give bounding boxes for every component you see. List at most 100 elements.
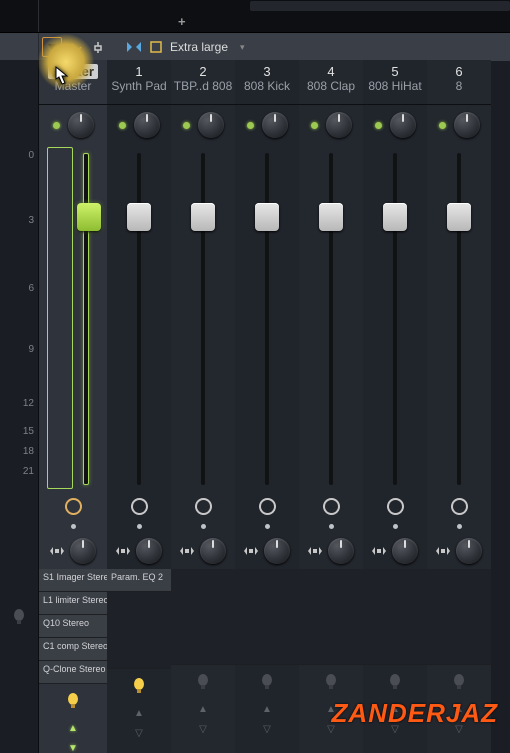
lamp-icon[interactable] (12, 608, 26, 626)
lamp-icon[interactable] (324, 673, 338, 691)
chevron-up-icon[interactable]: ▲ (134, 708, 144, 719)
dock-arrows-icon[interactable] (180, 545, 194, 557)
wave-icon[interactable] (68, 39, 84, 55)
mute-led-icon[interactable] (375, 122, 382, 129)
track-number: 5 (363, 64, 427, 79)
horizontal-scrollbar[interactable] (250, 1, 510, 11)
fx-slot[interactable]: Q10 Stereo (39, 615, 107, 638)
send-knob[interactable] (70, 538, 96, 564)
fx-slot[interactable]: C1 comp Stereo (39, 638, 107, 661)
fader-handle[interactable] (319, 203, 343, 231)
send-knob[interactable] (264, 538, 290, 564)
track-header[interactable]: 5808 HiHat (363, 60, 427, 105)
dock-arrows-icon[interactable] (50, 545, 64, 557)
mute-led-icon[interactable] (439, 122, 446, 129)
stereo-sep-dot[interactable] (201, 524, 206, 529)
track-number: 2 (171, 64, 235, 79)
view-square-icon[interactable] (148, 39, 164, 55)
fx-ring-icon[interactable] (323, 498, 340, 515)
fx-slot-empty[interactable] (363, 569, 427, 665)
chevron-up-icon[interactable]: ▲ (68, 723, 78, 734)
dock-arrows-icon[interactable] (116, 545, 130, 557)
fx-slot-empty[interactable] (299, 569, 363, 665)
track-name: 808 Kick (235, 79, 299, 93)
fx-slot-empty[interactable] (107, 592, 171, 669)
fx-slot-empty[interactable] (171, 569, 235, 665)
master-header[interactable]: Master Master (39, 60, 107, 105)
pan-knob[interactable] (68, 112, 94, 138)
dock-arrows-icon[interactable] (436, 545, 450, 557)
send-knob[interactable] (328, 538, 354, 564)
fx-slot[interactable]: S1 Imager Stereo (39, 569, 107, 592)
dock-arrows-icon[interactable] (372, 545, 386, 557)
stereo-sep-dot[interactable] (393, 524, 398, 529)
fx-ring-icon[interactable] (259, 498, 276, 515)
lamp-icon[interactable] (388, 673, 402, 691)
fader-handle[interactable] (127, 203, 151, 231)
send-knob[interactable] (456, 538, 482, 564)
fader-handle[interactable] (191, 203, 215, 231)
master-meter (47, 147, 73, 489)
lamp-icon[interactable] (132, 677, 146, 695)
fx-slot-empty[interactable] (235, 569, 299, 665)
fader-handle[interactable] (447, 203, 471, 231)
track-name: 8 (427, 79, 491, 93)
chevron-down-icon[interactable]: ▽ (263, 724, 271, 735)
fx-ring-icon[interactable] (195, 498, 212, 515)
fx-slot-empty[interactable] (427, 569, 491, 665)
lamp-icon[interactable] (452, 673, 466, 691)
send-knob[interactable] (392, 538, 418, 564)
pan-knob[interactable] (134, 112, 160, 138)
lamp-icon[interactable] (196, 673, 210, 691)
mute-led-icon[interactable] (119, 122, 126, 129)
fx-ring-icon[interactable] (131, 498, 148, 515)
track-header[interactable]: 1Synth Pad (107, 60, 171, 105)
stereo-sep-dot[interactable] (457, 524, 462, 529)
dock-arrows-icon[interactable] (308, 545, 322, 557)
track-header[interactable]: 2TBP..d 808 (171, 60, 235, 105)
track-header[interactable]: 3808 Kick (235, 60, 299, 105)
stereo-sep-dot[interactable] (329, 524, 334, 529)
fx-ring-icon[interactable] (387, 498, 404, 515)
pan-knob[interactable] (262, 112, 288, 138)
mixer-menu-button[interactable] (42, 37, 62, 57)
db-tick: 9 (4, 344, 34, 355)
chevron-up-icon[interactable]: ▲ (262, 704, 272, 715)
view-compact-icon[interactable] (126, 39, 142, 55)
mute-led-icon[interactable] (247, 122, 254, 129)
chevron-up-icon[interactable]: ▲ (198, 704, 208, 715)
stereo-sep-dot[interactable] (265, 524, 270, 529)
fx-slot[interactable]: Param. EQ 2 (107, 569, 171, 592)
fx-slot[interactable]: L1 limiter Stereo (39, 592, 107, 615)
send-knob[interactable] (200, 538, 226, 564)
pan-knob[interactable] (390, 112, 416, 138)
stereo-sep-dot[interactable] (137, 524, 142, 529)
chevron-down-icon[interactable]: ▽ (199, 724, 207, 735)
pan-knob[interactable] (326, 112, 352, 138)
add-tab-icon[interactable]: + (178, 14, 186, 29)
fx-slot[interactable]: Q-Clone Stereo (39, 661, 107, 684)
db-tick: 18 (4, 446, 34, 457)
fx-ring-icon[interactable] (65, 498, 82, 515)
dock-arrows-icon[interactable] (244, 545, 258, 557)
master-fader-handle[interactable] (77, 203, 101, 231)
mute-led-icon[interactable] (183, 122, 190, 129)
chevron-down-icon[interactable]: ▾ (240, 42, 245, 53)
track-column: 5808 HiHat▲▽ (363, 60, 427, 753)
mute-led-icon[interactable] (53, 122, 60, 129)
chevron-down-icon[interactable]: ▼ (68, 743, 78, 753)
track-header[interactable]: 68 (427, 60, 491, 105)
stereo-sep-dot[interactable] (71, 524, 76, 529)
pan-knob[interactable] (454, 112, 480, 138)
track-header[interactable]: 4808 Clap (299, 60, 363, 105)
mute-led-icon[interactable] (311, 122, 318, 129)
fader-handle[interactable] (255, 203, 279, 231)
fader-handle[interactable] (383, 203, 407, 231)
lamp-icon[interactable] (260, 673, 274, 691)
plug-icon[interactable] (90, 39, 106, 55)
lamp-icon[interactable] (66, 692, 80, 710)
send-knob[interactable] (136, 538, 162, 564)
chevron-down-icon[interactable]: ▽ (135, 728, 143, 739)
fx-ring-icon[interactable] (451, 498, 468, 515)
pan-knob[interactable] (198, 112, 224, 138)
